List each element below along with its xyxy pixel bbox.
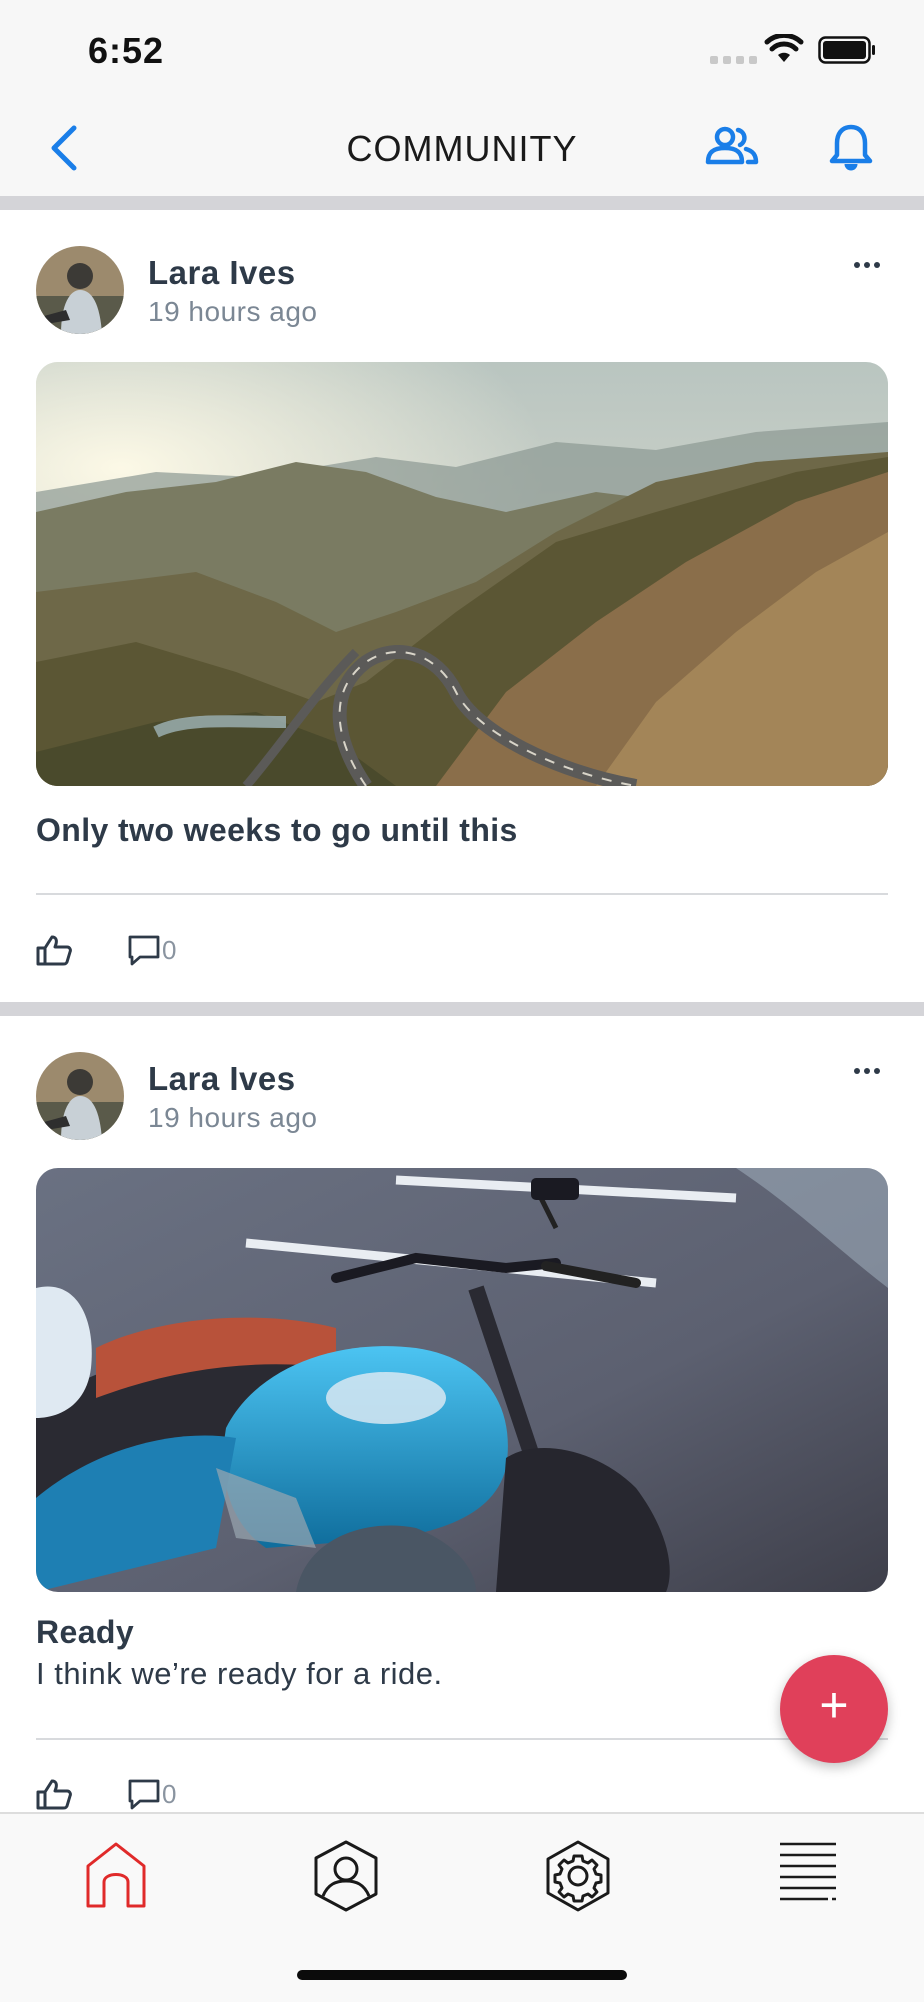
status-bar: 6:52 xyxy=(0,0,924,100)
home-icon xyxy=(86,1842,146,1908)
section-divider xyxy=(0,196,924,210)
plus-icon: + xyxy=(819,1677,849,1733)
tab-profile[interactable] xyxy=(308,1838,384,1914)
status-time: 6:52 xyxy=(88,30,165,71)
comment-icon xyxy=(128,1779,160,1810)
more-options-icon[interactable] xyxy=(854,262,880,268)
page-title: COMMUNITY xyxy=(346,128,578,169)
author-name[interactable]: Lara Ives xyxy=(148,1060,296,1098)
comment-icon xyxy=(128,935,160,966)
post-title: Only two weeks to go until this xyxy=(36,812,518,848)
comment-count: 0 xyxy=(162,935,177,965)
bell-icon[interactable] xyxy=(828,122,874,172)
menu-icon xyxy=(780,1842,836,1901)
post-title: Ready xyxy=(36,1614,135,1650)
tab-home[interactable] xyxy=(78,1838,154,1914)
post-divider xyxy=(36,893,888,895)
like-icon[interactable] xyxy=(36,934,72,966)
battery-icon xyxy=(818,36,875,64)
tab-settings[interactable] xyxy=(540,1838,616,1914)
author-avatar[interactable] xyxy=(36,246,124,334)
post-divider xyxy=(36,1738,888,1740)
home-indicator xyxy=(297,1970,627,1980)
section-divider xyxy=(0,1002,924,1016)
tab-menu[interactable] xyxy=(770,1838,846,1914)
more-options-icon[interactable] xyxy=(854,1068,880,1074)
comment-button[interactable]: 0 xyxy=(128,1778,176,1810)
author-avatar[interactable] xyxy=(36,1052,124,1140)
wifi-icon xyxy=(764,34,804,62)
add-post-button[interactable]: + xyxy=(780,1655,888,1763)
post-body: I think we’re ready for a ride. xyxy=(36,1656,443,1691)
nav-bar: COMMUNITY xyxy=(0,100,924,196)
comment-button[interactable]: 0 xyxy=(128,934,176,966)
post-image[interactable] xyxy=(36,1168,888,1592)
post-timestamp: 19 hours ago xyxy=(148,1102,318,1133)
settings-icon xyxy=(546,1840,610,1912)
signal-icon xyxy=(710,56,757,64)
profile-icon xyxy=(314,1840,378,1912)
author-name[interactable]: Lara Ives xyxy=(148,254,296,292)
post-card: Lara Ives 19 hours ago xyxy=(0,210,924,1002)
post-timestamp: 19 hours ago xyxy=(148,296,318,327)
like-icon[interactable] xyxy=(36,1778,72,1810)
comment-count: 0 xyxy=(162,1779,177,1809)
group-icon[interactable] xyxy=(704,124,760,168)
post-image[interactable] xyxy=(36,362,888,786)
